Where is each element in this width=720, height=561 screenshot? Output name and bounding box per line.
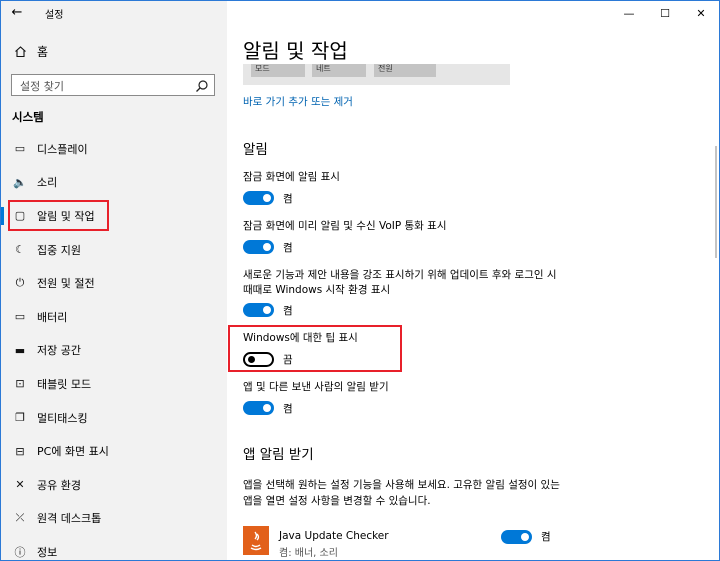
home-nav-item[interactable]: 홈: [13, 42, 48, 60]
toggle-state: 끔: [283, 353, 293, 366]
toggle-switch[interactable]: [243, 401, 274, 415]
toggle-state: 켬: [283, 402, 293, 415]
nav-list: ▭ 디스플레이 🔈 소리 ▢ 알림 및 작업 ☾ 집중 지원 ⏻ 전원 및 절전 ▭ 배터리 ▬ 저장 공…: [1, 132, 227, 560]
sidebar-item-label: 정보: [37, 545, 58, 559]
power-icon: ⏻: [15, 276, 25, 290]
setting-label: 잠금 화면에 미리 알림 및 수신 VoIP 통화 표시: [243, 220, 447, 232]
display-icon: ▭: [14, 142, 26, 156]
toggle-switch[interactable]: [243, 191, 274, 205]
toggle-switch[interactable]: [243, 303, 274, 317]
lock-screen-voip-toggle[interactable]: 켬: [243, 239, 293, 255]
quick-tile[interactable]: 네트: [312, 64, 366, 77]
sidebar-item-label: 태블릿 모드: [37, 377, 92, 391]
battery-icon: ▭: [14, 310, 26, 324]
toggle-switch[interactable]: [243, 351, 274, 367]
sidebar-item-label: 저장 공간: [37, 344, 81, 358]
edit-quick-actions-link[interactable]: 바로 가기 추가 또는 제거: [243, 94, 353, 109]
settings-window: ← 설정 홈 시스템 ▭디스플레이🔈소리▢알림 및 작업☾집중 지원⏻전원 및 …: [0, 0, 720, 561]
search-icon[interactable]: [195, 78, 209, 92]
sidebar-item-label: 공유 환경: [37, 478, 81, 492]
section-title: 시스템: [12, 110, 44, 124]
project-icon: ⊟: [15, 444, 25, 458]
main-content: 알림 및 작업 모드 네트 전원 바로 가기 추가 또는 제거 알림 잠금 화면…: [227, 1, 719, 560]
quick-actions-strip: 모드 네트 전원: [243, 64, 510, 85]
setting-label: Windows에 대한 팁 표시: [243, 332, 358, 344]
title-bar: ← 설정: [1, 1, 227, 25]
sidebar-item-label: 멀티태스킹: [37, 411, 88, 425]
notifications-heading: 알림: [243, 142, 268, 158]
toggle-state: 켬: [283, 241, 293, 254]
page-title: 알림 및 작업: [243, 39, 348, 63]
search-input[interactable]: [12, 76, 182, 97]
sidebar-item[interactable]: ⊟ PC에 화면 표시: [1, 434, 227, 468]
sidebar-item[interactable]: ❐ 멀티태스킹: [1, 401, 227, 435]
app-toggle[interactable]: 켬: [501, 529, 551, 544]
java-icon: [243, 526, 269, 555]
sidebar: ← 설정 홈 시스템 ▭디스플레이🔈소리▢알림 및 작업☾집중 지원⏻전원 및 …: [1, 1, 227, 560]
sidebar-item[interactable]: ⊡ 태블릿 모드: [1, 367, 227, 401]
sidebar-item-label: 집중 지원: [37, 243, 81, 257]
app-notifications-description: 앱을 선택해 원하는 설정 기능을 사용해 보세요. 고유한 알림 설정이 있는…: [243, 479, 560, 507]
app-notifications-heading: 앱 알림 받기: [243, 447, 314, 463]
tablet-icon: ⊡: [15, 377, 25, 391]
sidebar-item[interactable]: ▭ 디스플레이: [1, 132, 227, 166]
sidebar-item-label: 원격 데스크톱: [37, 512, 102, 526]
multitask-icon: ❐: [15, 411, 25, 425]
sidebar-item[interactable]: ⤫ 원격 데스크톱: [1, 502, 227, 536]
app-notification-summary: 켬: 배너, 소리: [279, 548, 338, 559]
shared-icon: ✕: [15, 478, 25, 492]
sidebar-item[interactable]: ⓘ 정보: [1, 535, 227, 560]
speaker-icon: 🔈: [13, 175, 27, 189]
storage-icon: ▬: [14, 343, 26, 357]
toggle-state: 켬: [541, 531, 551, 543]
sidebar-item[interactable]: ⏻ 전원 및 절전: [1, 266, 227, 300]
info-icon: ⓘ: [14, 545, 26, 559]
setting-label: 잠금 화면에 알림 표시: [243, 171, 340, 183]
search-box[interactable]: [11, 74, 215, 97]
lock-screen-notifications-toggle[interactable]: 켬: [243, 190, 293, 206]
moon-icon: ☾: [15, 243, 25, 257]
sidebar-item-label: 전원 및 절전: [37, 277, 95, 291]
toggle-state: 켬: [283, 192, 293, 205]
toggle-state: 켬: [283, 304, 293, 317]
sidebar-item-label: PC에 화면 표시: [37, 445, 109, 459]
sidebar-item-label: 소리: [37, 176, 58, 190]
active-indicator: [1, 207, 4, 226]
setting-label: 새로운 기능과 제안 내용을 강조 표시하기 위해 업데이트 후와 로그인 시 …: [243, 269, 557, 296]
sidebar-item[interactable]: ☾ 집중 지원: [1, 233, 227, 267]
active-item-highlight: [8, 200, 109, 231]
home-icon: [13, 44, 27, 58]
sidebar-item[interactable]: ▭ 배터리: [1, 300, 227, 334]
app-title: 설정: [45, 10, 64, 21]
toggle-switch[interactable]: [243, 240, 274, 254]
toggle-switch[interactable]: [501, 529, 532, 544]
sidebar-item[interactable]: ▬ 저장 공간: [1, 334, 227, 368]
welcome-experience-toggle[interactable]: 켬: [243, 302, 293, 318]
app-notifications-toggle[interactable]: 켬: [243, 400, 293, 416]
setting-label: 앱 및 다른 보낸 사람의 알림 받기: [243, 381, 389, 393]
sidebar-item[interactable]: ✕ 공유 환경: [1, 468, 227, 502]
scrollbar[interactable]: [715, 146, 717, 258]
app-name: Java Update Checker: [279, 530, 389, 542]
remote-icon: ⤫: [15, 511, 25, 525]
back-arrow-icon[interactable]: ←: [7, 4, 27, 22]
home-label: 홈: [37, 44, 49, 59]
windows-tips-toggle[interactable]: 끔: [243, 351, 293, 367]
sidebar-item[interactable]: 🔈 소리: [1, 166, 227, 200]
quick-tile[interactable]: 모드: [251, 64, 305, 77]
sidebar-item-label: 배터리: [37, 310, 68, 324]
app-list-item[interactable]: Java Update Checker 켬: 배너, 소리 켬: [243, 526, 553, 560]
sidebar-item-label: 디스플레이: [37, 142, 88, 156]
quick-tile[interactable]: 전원: [374, 64, 436, 77]
